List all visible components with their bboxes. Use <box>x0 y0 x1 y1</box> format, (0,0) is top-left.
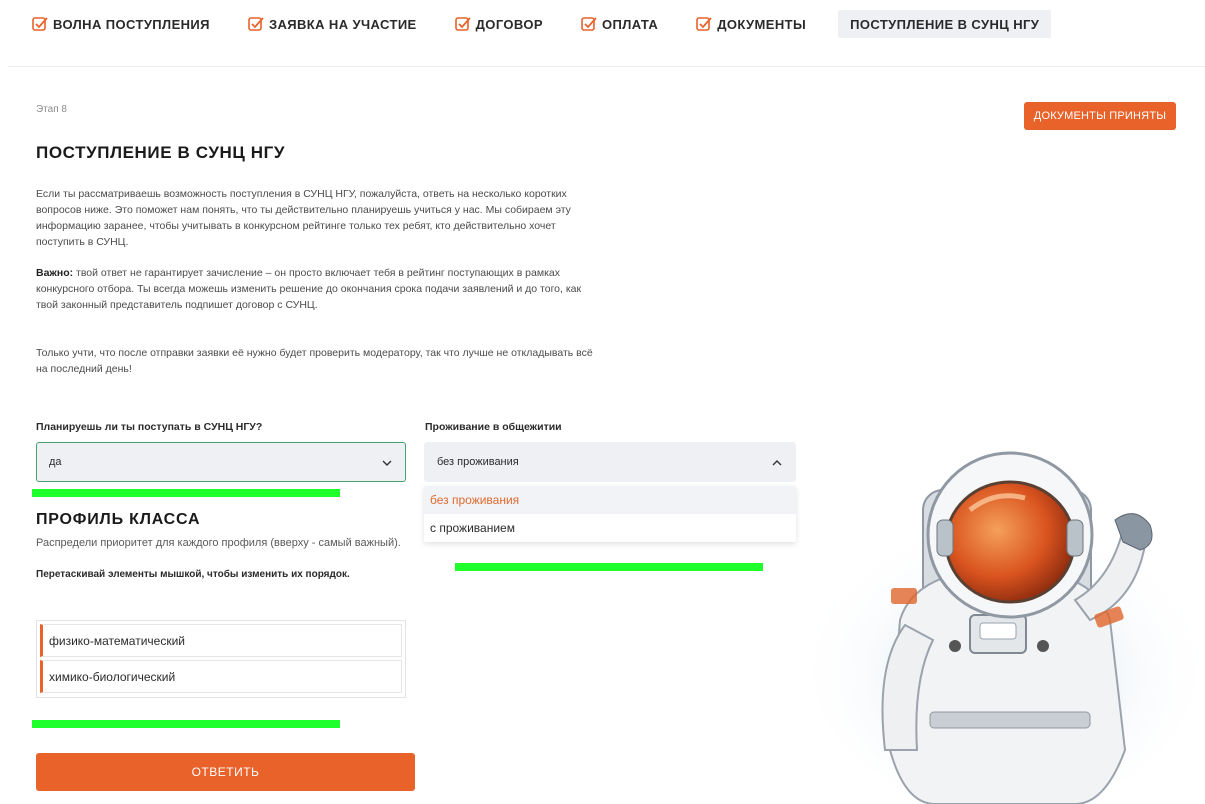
green-highlight-mark <box>455 563 763 571</box>
important-label: Важно: <box>36 267 74 279</box>
drag-hint: Перетаскивай элементы мышкой, чтобы изме… <box>36 569 350 580</box>
chevron-up-icon <box>772 460 782 466</box>
profile-item-physmath[interactable]: физико-математический <box>40 624 402 657</box>
documents-accepted-button[interactable]: ДОКУМЕНТЫ ПРИНЯТЫ <box>1024 102 1176 130</box>
nav-item-payment[interactable]: ОПЛАТА <box>581 10 658 38</box>
nav-item-label: ДОГОВОР <box>475 16 543 32</box>
nav-item-label: ВОЛНА ПОСТУПЛЕНИЯ <box>53 16 210 32</box>
nav-item-label: ПОСТУПЛЕНИЕ В СУНЦ НГУ <box>850 16 1040 32</box>
checkbox-checked-icon <box>248 17 264 31</box>
dorm-select-value: без проживания <box>437 456 519 468</box>
checkbox-checked-icon <box>696 17 712 31</box>
chevron-down-icon <box>382 460 392 466</box>
dorm-select[interactable]: без проживания <box>424 442 796 482</box>
nav-item-label: ОПЛАТА <box>601 16 659 32</box>
green-highlight-mark <box>32 489 340 497</box>
checkbox-checked-icon <box>581 17 597 31</box>
profile-sortable-list: физико-математический химико-биологическ… <box>36 620 406 698</box>
plan-field-label: Планируешь ли ты поступать в СУНЦ НГУ? <box>36 421 263 433</box>
nav-item-wave[interactable]: ВОЛНА ПОСТУПЛЕНИЯ <box>32 10 210 38</box>
nav-item-label: ДОКУМЕНТЫ <box>717 16 807 32</box>
stage-label: Этап 8 <box>36 104 67 115</box>
dorm-option-without[interactable]: без проживания <box>424 486 796 514</box>
plan-select-value: да <box>49 456 62 468</box>
nav-item-contract[interactable]: ДОГОВОР <box>454 10 543 38</box>
nav-item-application[interactable]: ЗАЯВКА НА УЧАСТИЕ <box>248 10 417 38</box>
top-navigation: ВОЛНА ПОСТУПЛЕНИЯ ЗАЯВКА НА УЧАСТИЕ ДОГО… <box>0 0 1205 48</box>
profile-item-chembio[interactable]: химико-биологический <box>40 660 402 693</box>
dorm-dropdown-menu: без проживания с проживанием <box>424 486 796 542</box>
note-paragraph: Только учти, что после отправки заявки е… <box>36 347 593 375</box>
plan-select[interactable]: да <box>36 442 406 482</box>
nav-item-label: ЗАЯВКА НА УЧАСТИЕ <box>268 16 417 32</box>
dorm-option-with[interactable]: с проживанием <box>424 514 796 542</box>
checkbox-checked-icon <box>454 17 471 31</box>
nav-divider <box>8 66 1205 67</box>
important-paragraph: Важно: твой ответ не гарантирует зачисле… <box>36 265 602 313</box>
profile-title: ПРОФИЛЬ КЛАССА <box>36 511 201 528</box>
page-title: ПОСТУПЛЕНИЕ В СУНЦ НГУ <box>36 143 286 162</box>
important-text: твой ответ не гарантирует зачисление – о… <box>36 267 582 311</box>
checkbox-checked-icon <box>32 17 48 31</box>
dorm-field-label: Проживание в общежитии <box>425 421 562 433</box>
intro-paragraph: Если ты рассматриваешь возможность посту… <box>36 188 571 248</box>
astronaut-illustration <box>810 451 1200 804</box>
submit-button[interactable]: ОТВЕТИТЬ <box>36 753 415 791</box>
profile-description: Распредели приоритет для каждого профиля… <box>36 537 401 549</box>
nav-item-documents[interactable]: ДОКУМЕНТЫ <box>696 10 806 38</box>
green-highlight-mark <box>32 720 340 728</box>
nav-item-admission[interactable]: ПОСТУПЛЕНИЕ В СУНЦ НГУ <box>838 10 1052 38</box>
